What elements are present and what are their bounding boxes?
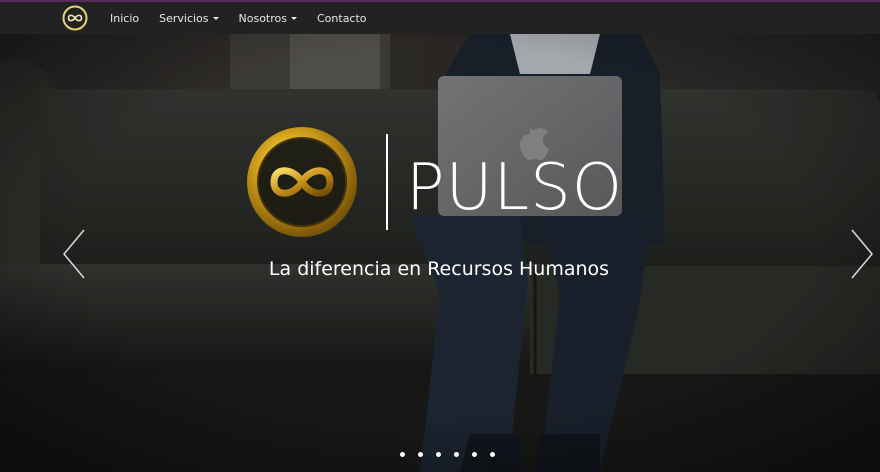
carousel-indicators <box>400 452 495 457</box>
chevron-right-icon[interactable] <box>846 228 876 280</box>
caret-down-icon <box>212 16 219 20</box>
nav-item-contacto[interactable]: Contacto <box>307 12 377 25</box>
chevron-left-icon[interactable] <box>60 228 90 280</box>
infinity-icon[interactable] <box>62 5 88 31</box>
gold-infinity-ring-icon <box>247 127 357 237</box>
navbar: Inicio Servicios Nosotros Contacto <box>0 0 880 34</box>
nav-item-inicio[interactable]: Inicio <box>100 12 149 25</box>
nav-item-label: Nosotros <box>238 11 287 25</box>
nav-item-nosotros[interactable]: Nosotros <box>229 12 307 25</box>
hero-carousel: PULSO La diferencia en Recursos Humanos <box>0 34 880 472</box>
hero-overlay <box>0 34 880 472</box>
hero-tagline: La diferencia en Recursos Humanos <box>268 258 610 280</box>
brand-name: PULSO <box>406 151 624 225</box>
carousel-indicator[interactable] <box>400 452 405 457</box>
nav-item-label: Servicios <box>159 11 209 25</box>
carousel-indicator[interactable] <box>490 452 495 457</box>
caret-down-icon <box>291 16 297 20</box>
nav-menu: Inicio Servicios Nosotros Contacto <box>100 2 377 34</box>
carousel-indicator[interactable] <box>418 452 423 457</box>
nav-item-servicios[interactable]: Servicios <box>149 12 228 25</box>
page: Inicio Servicios Nosotros Contacto PULSO… <box>0 0 880 472</box>
brand-divider <box>386 134 388 230</box>
nav-item-label: Contacto <box>317 11 367 25</box>
carousel-indicator[interactable] <box>472 452 477 457</box>
carousel-indicator[interactable] <box>454 452 459 457</box>
nav-item-label: Inicio <box>110 11 140 25</box>
carousel-indicator[interactable] <box>436 452 441 457</box>
